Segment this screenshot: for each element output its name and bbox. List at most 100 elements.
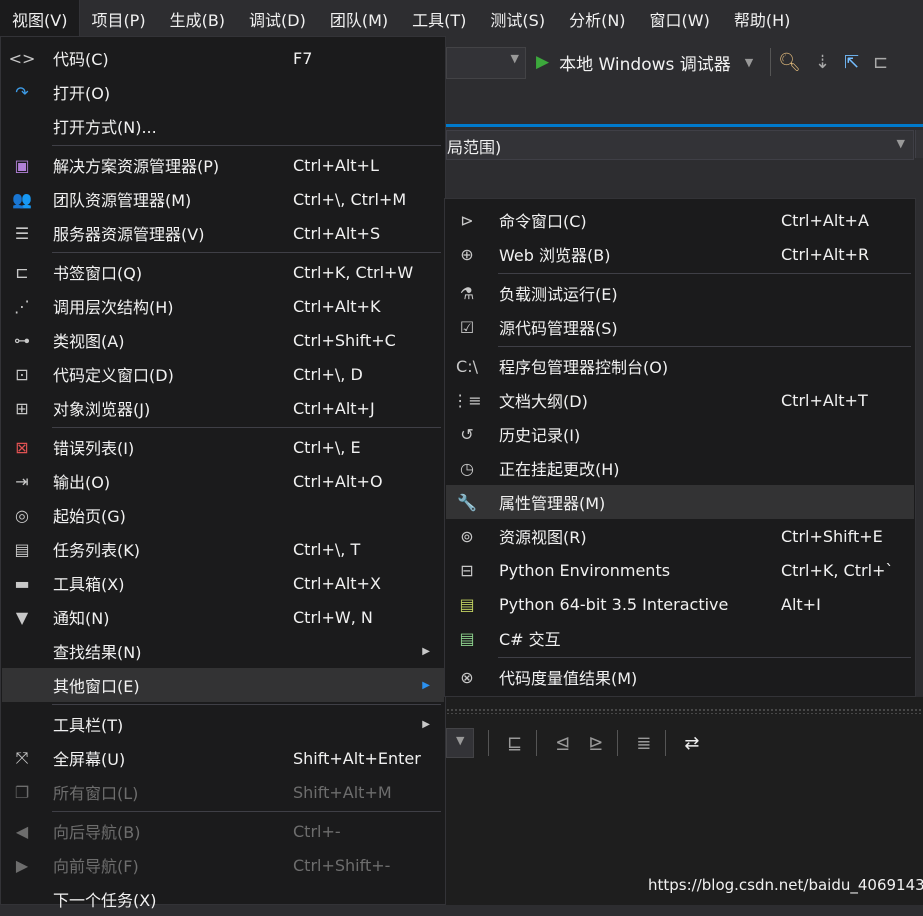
menu-item-label: 命令窗口(C) bbox=[499, 212, 587, 231]
menu-item[interactable]: ▤ 任务列表(K) Ctrl+\, T bbox=[2, 532, 444, 566]
menu-item[interactable]: ⊠ 错误列表(I) Ctrl+\, E bbox=[2, 430, 444, 464]
menu-item[interactable]: ⊏ 书签窗口(Q) Ctrl+K, Ctrl+W bbox=[2, 255, 444, 289]
toolbar-icons: 🔍︎ ⇣ ⇱ ⊏ bbox=[778, 46, 888, 78]
start-debugging-button[interactable]: ▶ 本地 Windows 调试器 ▼ bbox=[536, 46, 753, 78]
menu-item[interactable]: ⋮≡ 文档大纲(D) Ctrl+Alt+T bbox=[446, 383, 914, 417]
load-test-icon: ⚗ bbox=[459, 283, 475, 303]
document-outline-icon: ⋮≡ bbox=[452, 390, 482, 410]
menu-item[interactable]: ⊟ Python Environments Ctrl+K, Ctrl+` bbox=[446, 553, 914, 587]
menu-item-label: 工具箱(X) bbox=[53, 575, 125, 594]
menu-item[interactable]: 👥 团队资源管理器(M) Ctrl+\, Ctrl+M bbox=[2, 182, 444, 216]
menu-separator bbox=[52, 704, 441, 705]
go-to-next-icon[interactable]: ⊵ bbox=[588, 733, 603, 754]
task-list-icon: ▤ bbox=[14, 539, 30, 559]
menu-item-label: 任务列表(K) bbox=[53, 541, 140, 560]
clear-list-icon[interactable]: ≣ bbox=[636, 733, 651, 754]
panel-combo[interactable]: ▼ bbox=[446, 728, 474, 758]
cursor-icon[interactable]: ⇱ bbox=[844, 52, 859, 73]
menu-item[interactable]: ☰ 服务器资源管理器(V) Ctrl+Alt+S bbox=[2, 216, 444, 250]
menu-item[interactable]: ▬ 工具箱(X) Ctrl+Alt+X bbox=[2, 566, 444, 600]
menubar-item[interactable]: 窗口(W) bbox=[638, 0, 722, 42]
navigate-forward-icon: ▶ bbox=[15, 855, 29, 875]
panel-grip[interactable] bbox=[446, 708, 923, 714]
menu-item[interactable]: ↷ 打开(O) bbox=[2, 75, 444, 109]
menu-item[interactable]: ⊳ 命令窗口(C) Ctrl+Alt+A bbox=[446, 203, 914, 237]
menu-item[interactable]: ⊗ 代码度量值结果(M) bbox=[446, 660, 914, 694]
menu-item-label: 查找结果(N) bbox=[53, 643, 142, 662]
server-explorer-icon: ☰ bbox=[14, 223, 30, 243]
scope-combo-stub bbox=[915, 130, 923, 158]
step-icon[interactable]: ⇣ bbox=[815, 52, 830, 73]
menu-item-label: 打开方式(N)... bbox=[53, 118, 157, 137]
menu-item[interactable]: ⇥ 输出(O) Ctrl+Alt+O bbox=[2, 464, 444, 498]
word-wrap-icon[interactable]: ⇄ bbox=[684, 733, 699, 754]
panel-toolbar: ▼ ⊑ ⊴ ⊵ ≣ ⇄ bbox=[446, 724, 923, 762]
go-to-previous-icon[interactable]: ⊴ bbox=[555, 733, 570, 754]
menu-item[interactable]: ◀ 向后导航(B) Ctrl+- bbox=[2, 814, 444, 848]
menu-item[interactable]: ⋰ 调用层次结构(H) Ctrl+Alt+K bbox=[2, 289, 444, 323]
menu-item[interactable]: ⊞ 对象浏览器(J) Ctrl+Alt+J bbox=[2, 391, 444, 425]
menu-item-label: Python Environments bbox=[499, 560, 671, 580]
menu-item-label: 服务器资源管理器(V) bbox=[53, 225, 205, 244]
property-manager-icon: 🔧 bbox=[457, 492, 477, 512]
menu-item-shortcut: Ctrl+Alt+J bbox=[293, 398, 375, 418]
toolbar-separator bbox=[770, 48, 771, 76]
collapse-icon[interactable]: ⊏ bbox=[873, 52, 888, 73]
menubar-item[interactable]: 分析(N) bbox=[557, 0, 637, 42]
toolbar-separator bbox=[617, 730, 619, 756]
menu-item[interactable]: ↺ 历史记录(I) bbox=[446, 417, 914, 451]
menu-item[interactable]: ▼ 通知(N) Ctrl+W, N bbox=[2, 600, 444, 634]
menu-item[interactable]: 打开方式(N)... bbox=[2, 109, 444, 143]
code-definition-icon: ⊡ bbox=[15, 364, 29, 384]
menu-item[interactable]: <> 代码(C) F7 bbox=[2, 41, 444, 75]
menu-item[interactable]: C:\ 程序包管理器控制台(O) bbox=[446, 349, 914, 383]
navigation-scope-combo[interactable]: 局范围) ▼ bbox=[446, 130, 914, 160]
solution-platform-combo[interactable]: ▼ bbox=[446, 47, 526, 79]
find-in-files-icon[interactable]: 🔍︎ bbox=[778, 52, 801, 73]
resource-view-icon: ⊚ bbox=[460, 526, 474, 546]
menu-item[interactable]: ⊡ 代码定义窗口(D) Ctrl+\, D bbox=[2, 357, 444, 391]
menu-item[interactable]: ▶ 向前导航(F) Ctrl+Shift+- bbox=[2, 848, 444, 882]
menu-item[interactable]: 查找结果(N) ▶ bbox=[2, 634, 444, 668]
menu-item[interactable]: ❐ 所有窗口(L) Shift+Alt+M bbox=[2, 775, 444, 809]
menu-item[interactable]: ◷ 正在挂起更改(H) bbox=[446, 451, 914, 485]
menu-item[interactable]: ▣ 解决方案资源管理器(P) Ctrl+Alt+L bbox=[2, 148, 444, 182]
menu-item[interactable]: 下一个任务(X) bbox=[2, 882, 444, 916]
menu-item-label: 输出(O) bbox=[53, 473, 111, 492]
menubar-item[interactable]: 帮助(H) bbox=[722, 0, 803, 42]
menu-item-label: 对象浏览器(J) bbox=[53, 400, 151, 419]
team-explorer-icon: 👥 bbox=[12, 189, 32, 209]
menu-separator bbox=[52, 145, 441, 146]
menubar-item[interactable]: 测试(S) bbox=[478, 0, 557, 42]
menu-item-shortcut: Ctrl+Alt+L bbox=[293, 155, 379, 175]
menu-item-label: 错误列表(I) bbox=[53, 439, 135, 458]
menu-item-shortcut: Ctrl+W, N bbox=[293, 607, 373, 627]
call-hierarchy-icon: ⋰ bbox=[14, 296, 30, 316]
menu-item[interactable]: 工具栏(T) ▶ bbox=[2, 707, 444, 741]
watermark: https://blog.csdn.net/baidu_40691432 bbox=[648, 876, 923, 894]
menu-item[interactable]: ⤧ 全屏幕(U) Shift+Alt+Enter bbox=[2, 741, 444, 775]
notifications-icon: ▼ bbox=[15, 607, 29, 627]
menu-item[interactable]: ⊕ Web 浏览器(B) Ctrl+Alt+R bbox=[446, 237, 914, 271]
menu-item-label: 调用层次结构(H) bbox=[53, 298, 174, 317]
menu-item-label: 向前导航(F) bbox=[53, 857, 139, 876]
other-windows-submenu: ⊳ 命令窗口(C) Ctrl+Alt+A ⊕ Web 浏览器(B) Ctrl+Alt+R ⚗… bbox=[444, 198, 916, 697]
pending-changes-icon: ◷ bbox=[460, 458, 474, 478]
menu-item[interactable]: ⊚ 资源视图(R) Ctrl+Shift+E bbox=[446, 519, 914, 553]
menu-item[interactable]: ⚗ 负载测试运行(E) bbox=[446, 276, 914, 310]
menu-item-shortcut: Ctrl+K, Ctrl+W bbox=[293, 262, 414, 282]
menu-item[interactable]: ▤ Python 64-bit 3.5 Interactive Alt+I bbox=[446, 587, 914, 621]
menu-item[interactable]: ▤ C# 交互 bbox=[446, 621, 914, 655]
menu-item[interactable]: ☑ 源代码管理器(S) bbox=[446, 310, 914, 344]
submenu-arrow-icon: ▶ bbox=[422, 679, 430, 691]
clear-all-icon[interactable]: ⊑ bbox=[507, 733, 522, 754]
menu-item-label: 其他窗口(E) bbox=[53, 677, 140, 696]
chevron-down-icon[interactable]: ▼ bbox=[897, 137, 905, 150]
menu-item-label: 资源视图(R) bbox=[499, 528, 587, 547]
menu-separator bbox=[52, 811, 441, 812]
menu-item[interactable]: ◎ 起始页(G) bbox=[2, 498, 444, 532]
menu-item[interactable]: 🔧 属性管理器(M) bbox=[446, 485, 914, 519]
chevron-down-icon[interactable]: ▼ bbox=[745, 56, 753, 69]
menu-item[interactable]: 其他窗口(E) ▶ bbox=[2, 668, 444, 702]
menu-item[interactable]: ⊶ 类视图(A) Ctrl+Shift+C bbox=[2, 323, 444, 357]
